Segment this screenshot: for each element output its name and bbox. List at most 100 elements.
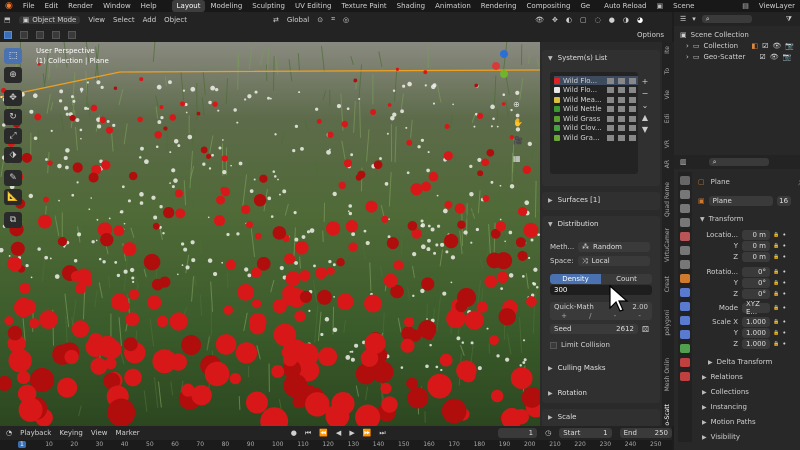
tool-tab-icon[interactable]: [680, 176, 690, 185]
tab-modeling[interactable]: Modeling: [205, 0, 247, 12]
snap-icon[interactable]: ⌗: [331, 15, 335, 24]
sidebar-tab[interactable]: AR: [664, 160, 672, 168]
add-system-icon[interactable]: +: [638, 76, 652, 88]
record-icon[interactable]: ●: [291, 429, 297, 437]
tab-shading[interactable]: Shading: [392, 0, 430, 12]
3d-viewport[interactable]: [0, 42, 540, 426]
menu-render[interactable]: Render: [63, 2, 98, 10]
sidebar-tab[interactable]: Creat: [664, 276, 672, 292]
sidebar-tab[interactable]: polygoni: [664, 310, 672, 336]
select-invert-icon[interactable]: [52, 30, 60, 39]
transform-orientation-selector[interactable]: Global: [287, 16, 309, 24]
play-icon[interactable]: ▶: [349, 429, 354, 437]
scale-y-input[interactable]: 1.000: [742, 328, 770, 338]
rotation-z-input[interactable]: 0°: [742, 289, 770, 299]
menu-view[interactable]: View: [91, 429, 108, 437]
space-dropdown[interactable]: ⤨ Local: [578, 256, 650, 266]
collapse-arrow-icon[interactable]: ▼: [700, 216, 705, 223]
system-item[interactable]: Wild Clov...: [554, 124, 638, 133]
system-item[interactable]: Wild Mea...: [554, 95, 638, 104]
culling-section[interactable]: ▶ Culling Masks: [542, 360, 660, 378]
system-color-swatch[interactable]: [554, 106, 560, 112]
checkbox-icon[interactable]: ☑: [762, 41, 768, 52]
collapse-arrow-icon[interactable]: ▼: [548, 221, 553, 228]
end-frame-field[interactable]: End 250: [619, 428, 672, 438]
select-arrow-icon[interactable]: [607, 115, 614, 122]
menu-window[interactable]: Window: [98, 2, 136, 10]
scale-z-input[interactable]: 1.000: [742, 339, 770, 349]
select-arrow-icon[interactable]: [607, 77, 614, 84]
menu-help[interactable]: Help: [136, 2, 162, 10]
keyframe-dot-icon[interactable]: •: [782, 304, 786, 312]
menu-view[interactable]: View: [88, 16, 105, 24]
rotation-mode-dropdown[interactable]: XYZ E...: [742, 300, 770, 316]
limit-collision-checkbox[interactable]: [550, 341, 557, 349]
lock-icon[interactable]: 🔒: [773, 280, 779, 286]
add-cube-tool-icon[interactable]: ⧉: [4, 212, 22, 228]
expand-arrow-icon[interactable]: ▶: [702, 374, 707, 381]
screen-icon[interactable]: [618, 77, 625, 84]
outliner-row-scene-collection[interactable]: ▣ Scene Collection: [680, 30, 794, 41]
system-item[interactable]: Wild Gra...: [554, 133, 638, 142]
render-tab-icon[interactable]: [680, 190, 690, 199]
scale-tool-icon[interactable]: ⤢: [4, 128, 22, 144]
scale-x-input[interactable]: 1.000: [742, 317, 770, 327]
lock-icon[interactable]: 🔒: [773, 269, 779, 275]
overlay-icon[interactable]: ◐: [566, 16, 572, 24]
system-color-swatch[interactable]: [554, 96, 560, 103]
distribution-header[interactable]: ▼ Distribution: [542, 216, 660, 232]
density-input[interactable]: 300: [550, 285, 652, 295]
shading-rendered-icon[interactable]: ◕: [637, 16, 643, 24]
keyframe-dot-icon[interactable]: •: [782, 253, 786, 261]
tab-geometry[interactable]: Ge: [575, 0, 595, 12]
expand-arrow-icon[interactable]: ▶: [708, 359, 713, 366]
systems-list[interactable]: Wild Flo... Wild Flo... Wild Mea... Wild Ne…: [550, 72, 638, 174]
transform-tool-icon[interactable]: ⬗: [4, 147, 22, 163]
camera-icon[interactable]: 📷: [785, 41, 794, 52]
prev-key-icon[interactable]: ⏪: [319, 429, 328, 437]
gizmo-x-axis-icon[interactable]: [492, 62, 500, 70]
menu-playback[interactable]: Playback: [20, 429, 51, 437]
move-down-icon[interactable]: ▼: [638, 124, 652, 136]
system-item[interactable]: Wild Flo...: [554, 86, 638, 95]
world-tab-icon[interactable]: [680, 246, 690, 255]
select-tool-icon[interactable]: ⬚: [4, 48, 22, 64]
render-icon[interactable]: [629, 87, 636, 93]
system-color-swatch[interactable]: [554, 134, 560, 141]
select-subtract-icon[interactable]: [36, 30, 44, 39]
keyframe-dot-icon[interactable]: •: [782, 231, 786, 239]
gizmo-z-axis-icon[interactable]: [500, 50, 508, 58]
zoom-icon[interactable]: ⊕: [513, 96, 523, 114]
timeline-editor-icon[interactable]: ◔: [6, 429, 12, 437]
tab-density[interactable]: Density: [550, 274, 601, 284]
gizmo-icon[interactable]: ✥: [552, 16, 558, 24]
pivot-icon[interactable]: ⊙: [317, 16, 323, 24]
view-layer-tab-icon[interactable]: [680, 218, 690, 227]
menu-select[interactable]: Select: [113, 16, 135, 24]
systems-list-header[interactable]: ▼ System(s) List: [542, 50, 660, 66]
start-frame-field[interactable]: Start 1: [559, 428, 612, 438]
lock-icon[interactable]: 🔒: [773, 341, 779, 347]
move-tool-icon[interactable]: ✥: [4, 90, 22, 106]
particles-tab-icon[interactable]: [680, 302, 690, 311]
scene-tab-icon[interactable]: [680, 232, 690, 241]
expand-arrow-icon[interactable]: ▶: [548, 390, 553, 397]
outliner-filter-icon[interactable]: ⧩: [786, 15, 792, 24]
outliner-search-input[interactable]: ⌕: [701, 15, 752, 23]
seed-field[interactable]: Seed 2612: [550, 324, 638, 334]
keyframe-dot-icon[interactable]: •: [782, 329, 786, 337]
outliner-editor-icon[interactable]: ☰: [680, 15, 686, 23]
system-color-swatch[interactable]: [554, 125, 560, 131]
tab-animation[interactable]: Animation: [430, 0, 476, 12]
expand-arrow-icon[interactable]: ›: [686, 52, 689, 63]
menu-file[interactable]: File: [18, 2, 40, 10]
properties-editor-icon[interactable]: ▥: [680, 158, 687, 166]
screen-icon[interactable]: [618, 134, 625, 141]
collapse-arrow-icon[interactable]: ▼: [548, 55, 553, 62]
location-x-input[interactable]: 0 m: [742, 230, 770, 240]
menu-object[interactable]: Object: [164, 16, 187, 24]
scale-section[interactable]: ▶ Scale: [542, 409, 660, 426]
ortho-grid-icon[interactable]: ▦: [513, 150, 523, 168]
system-item[interactable]: Wild Flo...: [554, 76, 638, 85]
eye-icon[interactable]: 👁: [770, 52, 779, 63]
